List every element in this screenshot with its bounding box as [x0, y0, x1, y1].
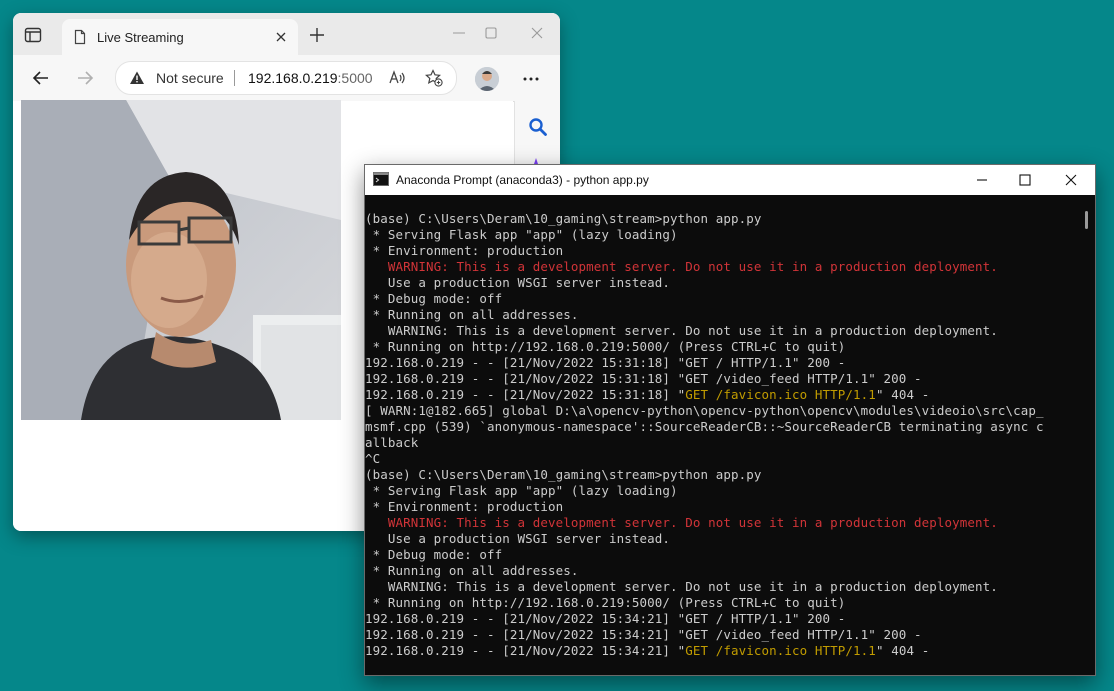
terminal-title: Anaconda Prompt (anaconda3) - python app…	[396, 173, 649, 187]
terminal-line: allback	[365, 435, 419, 450]
minimize-icon[interactable]	[974, 172, 990, 188]
terminal-line: * Running on http://192.168.0.219:5000/ …	[365, 339, 846, 354]
terminal-line: 192.168.0.219 - - [21/Nov/2022 15:31:18]…	[365, 355, 846, 370]
tab-live-streaming[interactable]: Live Streaming	[62, 19, 298, 55]
terminal-line: ^C	[365, 451, 381, 466]
browser-toolbar: Not secure 192.168.0.219:5000	[13, 55, 560, 102]
highlighted-request: GET /favicon.ico HTTP/1.1	[685, 387, 876, 402]
terminal-line: 192.168.0.219 - - [21/Nov/2022 15:31:18]…	[365, 371, 922, 386]
terminal-app-icon	[373, 172, 389, 186]
terminal-line: * Debug mode: off	[365, 291, 503, 306]
terminal-line: * Running on http://192.168.0.219:5000/ …	[365, 595, 846, 610]
minimize-icon[interactable]	[451, 25, 467, 41]
terminal-line: * Environment: production	[365, 243, 564, 258]
close-icon[interactable]	[1063, 172, 1079, 188]
terminal-text: 192.168.0.219 - - [21/Nov/2022 15:34:21]…	[365, 643, 686, 658]
terminal-line: * Environment: production	[365, 499, 564, 514]
tab-strip: Live Streaming	[13, 13, 560, 55]
terminal-line: WARNING: This is a development server. D…	[365, 259, 998, 274]
address-bar[interactable]: Not secure 192.168.0.219:5000	[115, 61, 457, 95]
read-aloud-icon[interactable]	[388, 69, 406, 87]
close-icon[interactable]	[274, 30, 288, 44]
terminal-line: [ WARN:1@182.665] global D:\a\opencv-pyt…	[365, 403, 1044, 418]
warning-icon[interactable]	[129, 70, 145, 86]
terminal-line: (base) C:\Users\Deram\10_gaming\stream>p…	[365, 467, 762, 482]
terminal-line: msmf.cpp (539) `anonymous-namespace'::So…	[365, 419, 1044, 434]
security-label[interactable]: Not secure	[156, 70, 224, 86]
terminal-line: Use a production WSGI server instead.	[365, 531, 671, 546]
tab-title: Live Streaming	[97, 30, 184, 45]
divider	[234, 70, 235, 86]
terminal-line: 192.168.0.219 - - [21/Nov/2022 15:34:21]…	[365, 643, 1077, 659]
terminal-line: * Debug mode: off	[365, 547, 503, 562]
close-icon[interactable]	[529, 25, 545, 41]
maximize-icon[interactable]	[483, 25, 499, 41]
avatar[interactable]	[475, 67, 499, 91]
highlighted-request: GET /favicon.ico HTTP/1.1	[685, 643, 876, 658]
scrollbar-thumb[interactable]	[1085, 211, 1088, 229]
terminal-line: WARNING: This is a development server. D…	[365, 515, 998, 530]
back-icon[interactable]	[31, 68, 51, 88]
terminal-line: (base) C:\Users\Deram\10_gaming\stream>p…	[365, 211, 762, 226]
add-favorite-icon[interactable]	[425, 69, 443, 87]
maximize-icon[interactable]	[1017, 172, 1033, 188]
terminal-line: Use a production WSGI server instead.	[365, 275, 671, 290]
terminal-title-bar[interactable]: Anaconda Prompt (anaconda3) - python app…	[365, 165, 1095, 195]
terminal-line: 192.168.0.219 - - [21/Nov/2022 15:34:21]…	[365, 611, 846, 626]
terminal-line: * Serving Flask app "app" (lazy loading)	[365, 227, 678, 242]
terminal-line: * Running on all addresses.	[365, 307, 579, 322]
forward-icon[interactable]	[75, 68, 95, 88]
terminal-line: * Running on all addresses.	[365, 563, 579, 578]
page-icon	[72, 29, 88, 45]
terminal-line: 192.168.0.219 - - [21/Nov/2022 15:34:21]…	[365, 627, 922, 642]
terminal-scrollbar[interactable]	[1077, 195, 1095, 673]
video-stream	[21, 100, 341, 420]
search-icon[interactable]	[528, 117, 548, 137]
plus-icon[interactable]	[309, 27, 325, 43]
terminal-text: " 404 -	[875, 643, 930, 658]
terminal-line: 192.168.0.219 - - [21/Nov/2022 15:31:18]…	[365, 387, 1077, 403]
terminal-output[interactable]: (base) C:\Users\Deram\10_gaming\stream>p…	[365, 195, 1077, 689]
terminal-line: WARNING: This is a development server. D…	[365, 579, 998, 594]
terminal-window: Anaconda Prompt (anaconda3) - python app…	[364, 164, 1096, 676]
url-text[interactable]: 192.168.0.219:5000	[248, 70, 373, 86]
terminal-text: 192.168.0.219 - - [21/Nov/2022 15:31:18]…	[365, 387, 686, 402]
more-icon[interactable]	[521, 69, 541, 89]
terminal-line: * Serving Flask app "app" (lazy loading)	[365, 483, 678, 498]
terminal-text: " 404 -	[875, 387, 930, 402]
terminal-line: WARNING: This is a development server. D…	[365, 323, 998, 338]
tab-actions-icon[interactable]	[23, 25, 43, 45]
